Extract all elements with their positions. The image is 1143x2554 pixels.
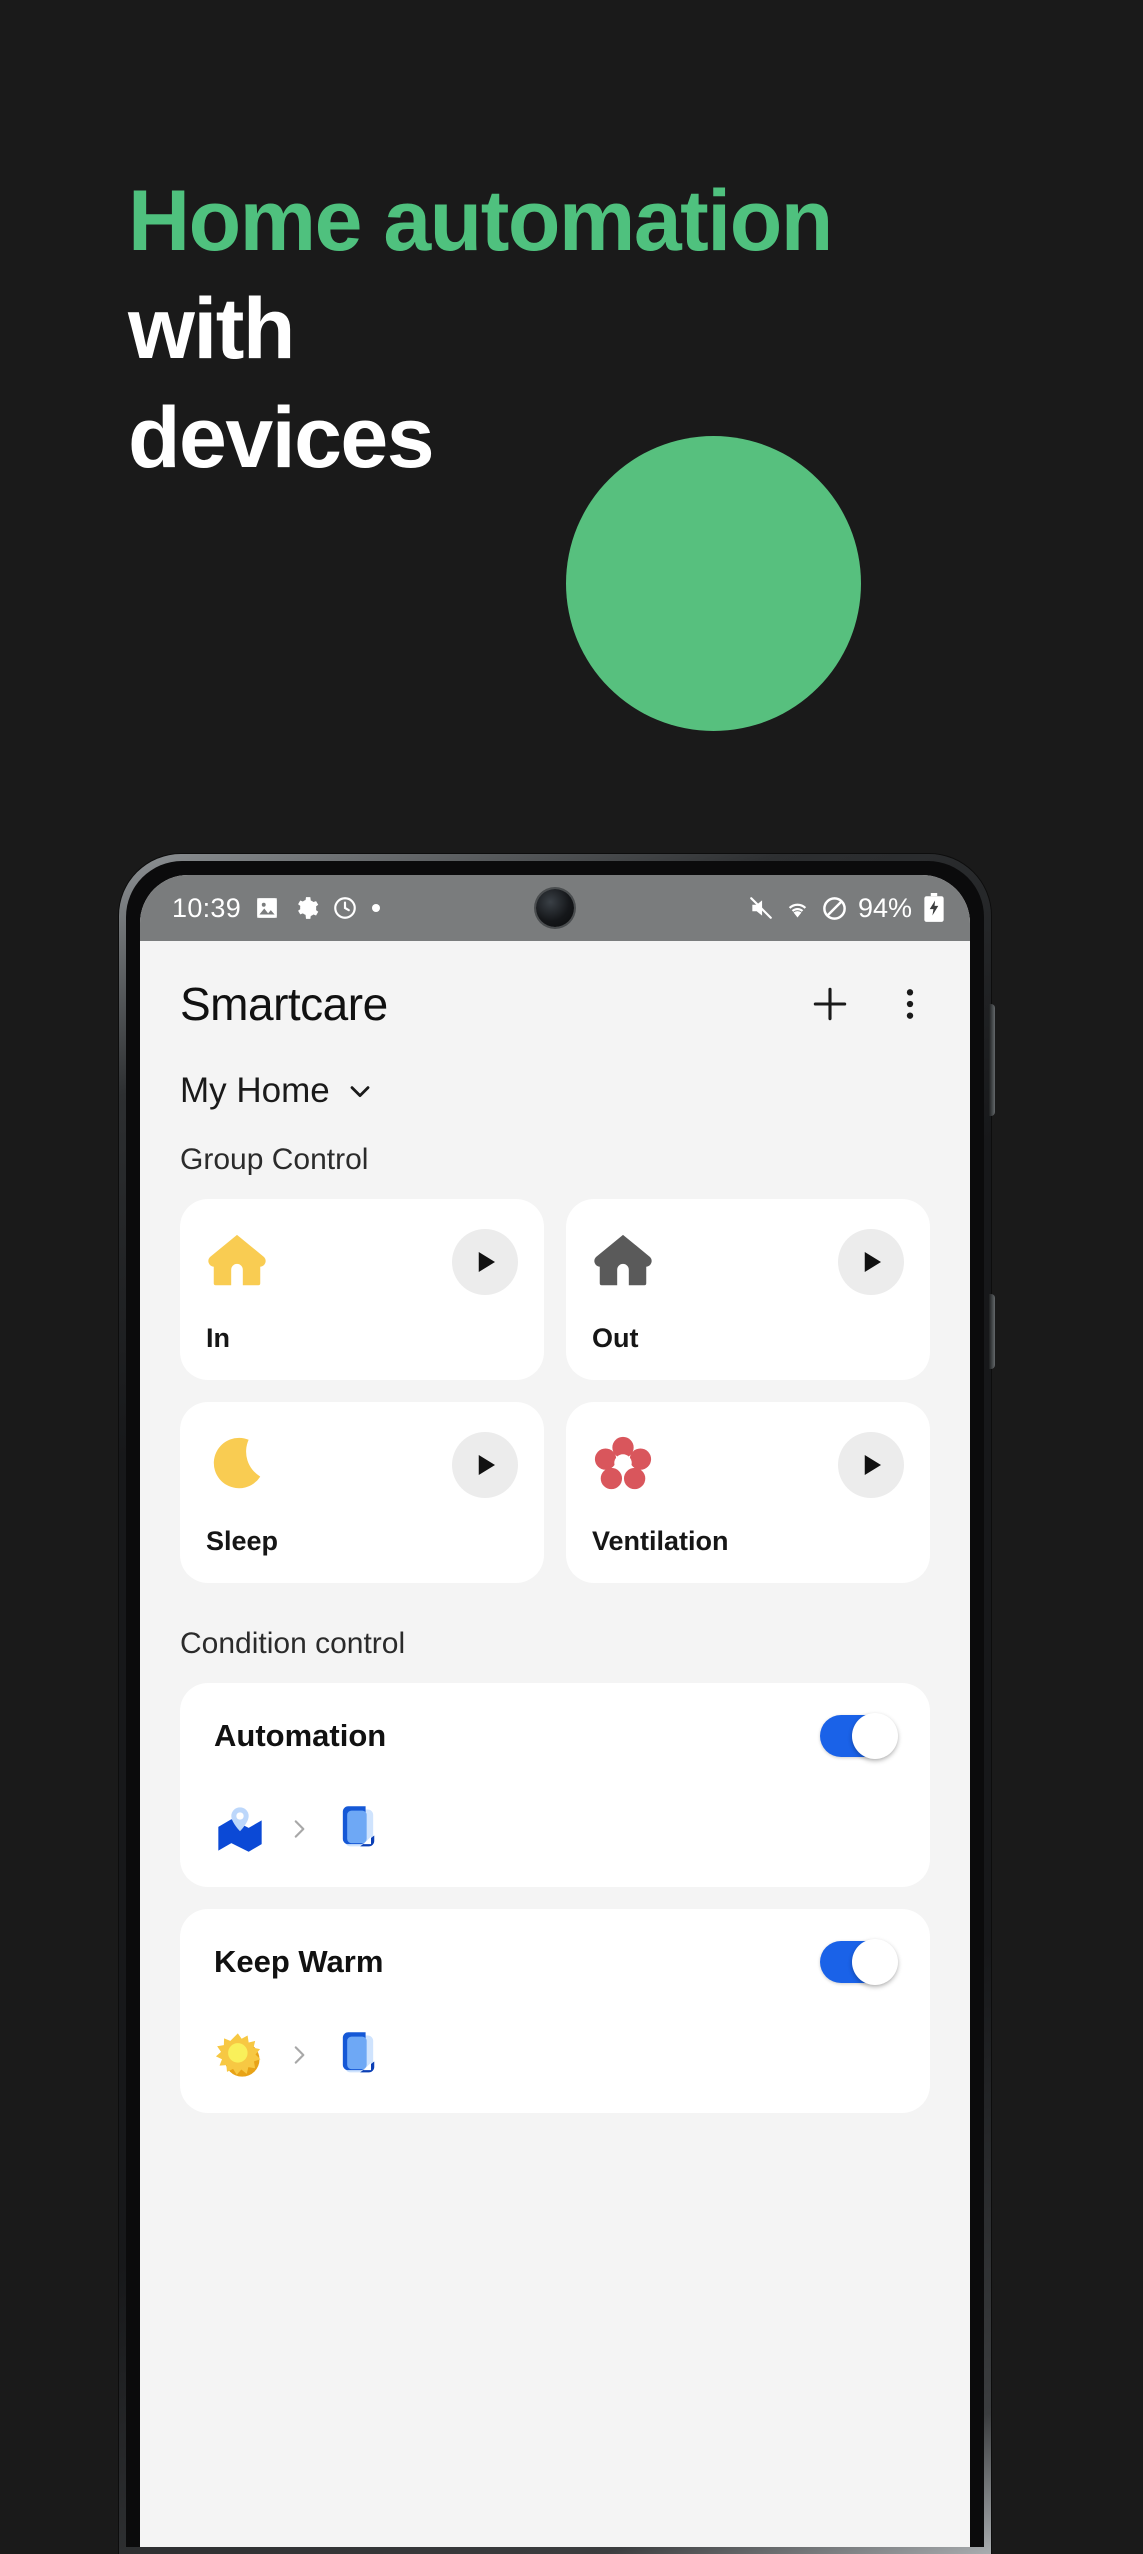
condition-flow-automation [214,1803,896,1855]
flower-icon [594,1436,652,1490]
more-options-button[interactable] [890,982,930,1026]
app-header: Smartcare [140,941,970,1041]
chevron-down-icon [350,1086,370,1098]
device-card-icon [342,2032,375,2073]
play-button-in[interactable] [452,1229,518,1295]
kebab-menu-icon [906,989,914,1019]
phone-side-button-power[interactable] [989,1294,995,1369]
group-card-out[interactable]: Out [566,1199,930,1380]
play-icon [864,1252,881,1272]
condition-card-keep-warm[interactable]: Keep Warm [180,1909,930,2113]
promo-line-1: Home automation [128,173,833,269]
group-control-section-title: Group Control [180,1143,369,1176]
house-filled-icon [594,1234,652,1286]
chevron-right-icon [294,1820,305,1838]
group-card-in[interactable]: In [180,1199,544,1380]
phone-side-button-volume[interactable] [989,1004,995,1116]
play-button-out[interactable] [838,1229,904,1295]
status-bar: 10:39 94% [140,875,970,941]
wifi-icon [788,903,807,917]
home-selector[interactable]: My Home [140,1041,970,1111]
play-icon [478,1252,495,1272]
dot-icon [372,904,381,912]
play-icon [864,1455,881,1475]
condition-card-automation[interactable]: Automation [180,1683,930,1887]
condition-card-title-keep-warm: Keep Warm [214,1944,384,1979]
puzzle-piece-icon [478,394,544,473]
location-pin-icon [218,1807,262,1852]
image-icon [254,895,277,918]
group-card-sleep[interactable]: Sleep [180,1402,544,1583]
play-icon [478,1455,495,1475]
toggle-automation[interactable] [820,1713,898,1759]
condition-flow-keep-warm [214,2029,896,2081]
promo-headline: Home automation with devices [128,178,1028,482]
toggle-keep-warm[interactable] [820,1939,898,1985]
phone-bezel: 10:39 94% Smartcare My Home Group Contro… [126,861,984,2547]
alarm-icon [334,897,356,919]
play-button-sleep[interactable] [452,1432,518,1498]
phone-screen: 10:39 94% Smartcare My Home Group Contro… [140,875,970,2547]
front-camera-punch-hole [536,889,574,927]
promo-line-3: devices [128,390,435,486]
group-card-label-ventilation: Ventilation [592,1526,729,1556]
app-title: Smartcare [180,978,388,1030]
add-button[interactable] [808,982,852,1026]
condition-card-title-automation: Automation [214,1718,387,1753]
phone-mockup: 10:39 94% Smartcare My Home Group Contro… [119,854,995,2554]
play-button-ventilation[interactable] [838,1432,904,1498]
house-filled-icon [208,1234,266,1286]
app-content: Smartcare My Home Group Control In Out S… [140,941,970,2547]
group-card-label-out: Out [592,1323,639,1353]
chevron-right-icon [294,2046,305,2064]
device-card-icon [342,1806,375,1847]
crescent-moon-icon [213,1437,261,1489]
gear-icon [298,897,319,919]
mute-icon [750,897,772,919]
home-selector-label: My Home [180,1071,330,1110]
condition-control-section-title: Condition control [180,1627,406,1660]
phone-frame: 10:39 94% Smartcare My Home Group Contro… [119,854,995,2554]
plus-icon [813,987,847,1021]
sun-icon [215,2033,261,2077]
battery-percent-label: 94% [857,892,912,923]
group-card-ventilation[interactable]: Ventilation [566,1402,930,1583]
group-card-label-in: In [206,1323,230,1353]
do-not-disturb-icon [823,896,846,920]
promo-line-2: with [128,281,295,377]
group-control-grid: In Out Sleep Ventilation [140,1177,970,1583]
group-card-label-sleep: Sleep [206,1526,279,1556]
battery-charging-icon [924,893,944,922]
toggle-knob [852,1713,898,1759]
status-bar-time: 10:39 [172,892,242,923]
toggle-knob [852,1939,898,1985]
